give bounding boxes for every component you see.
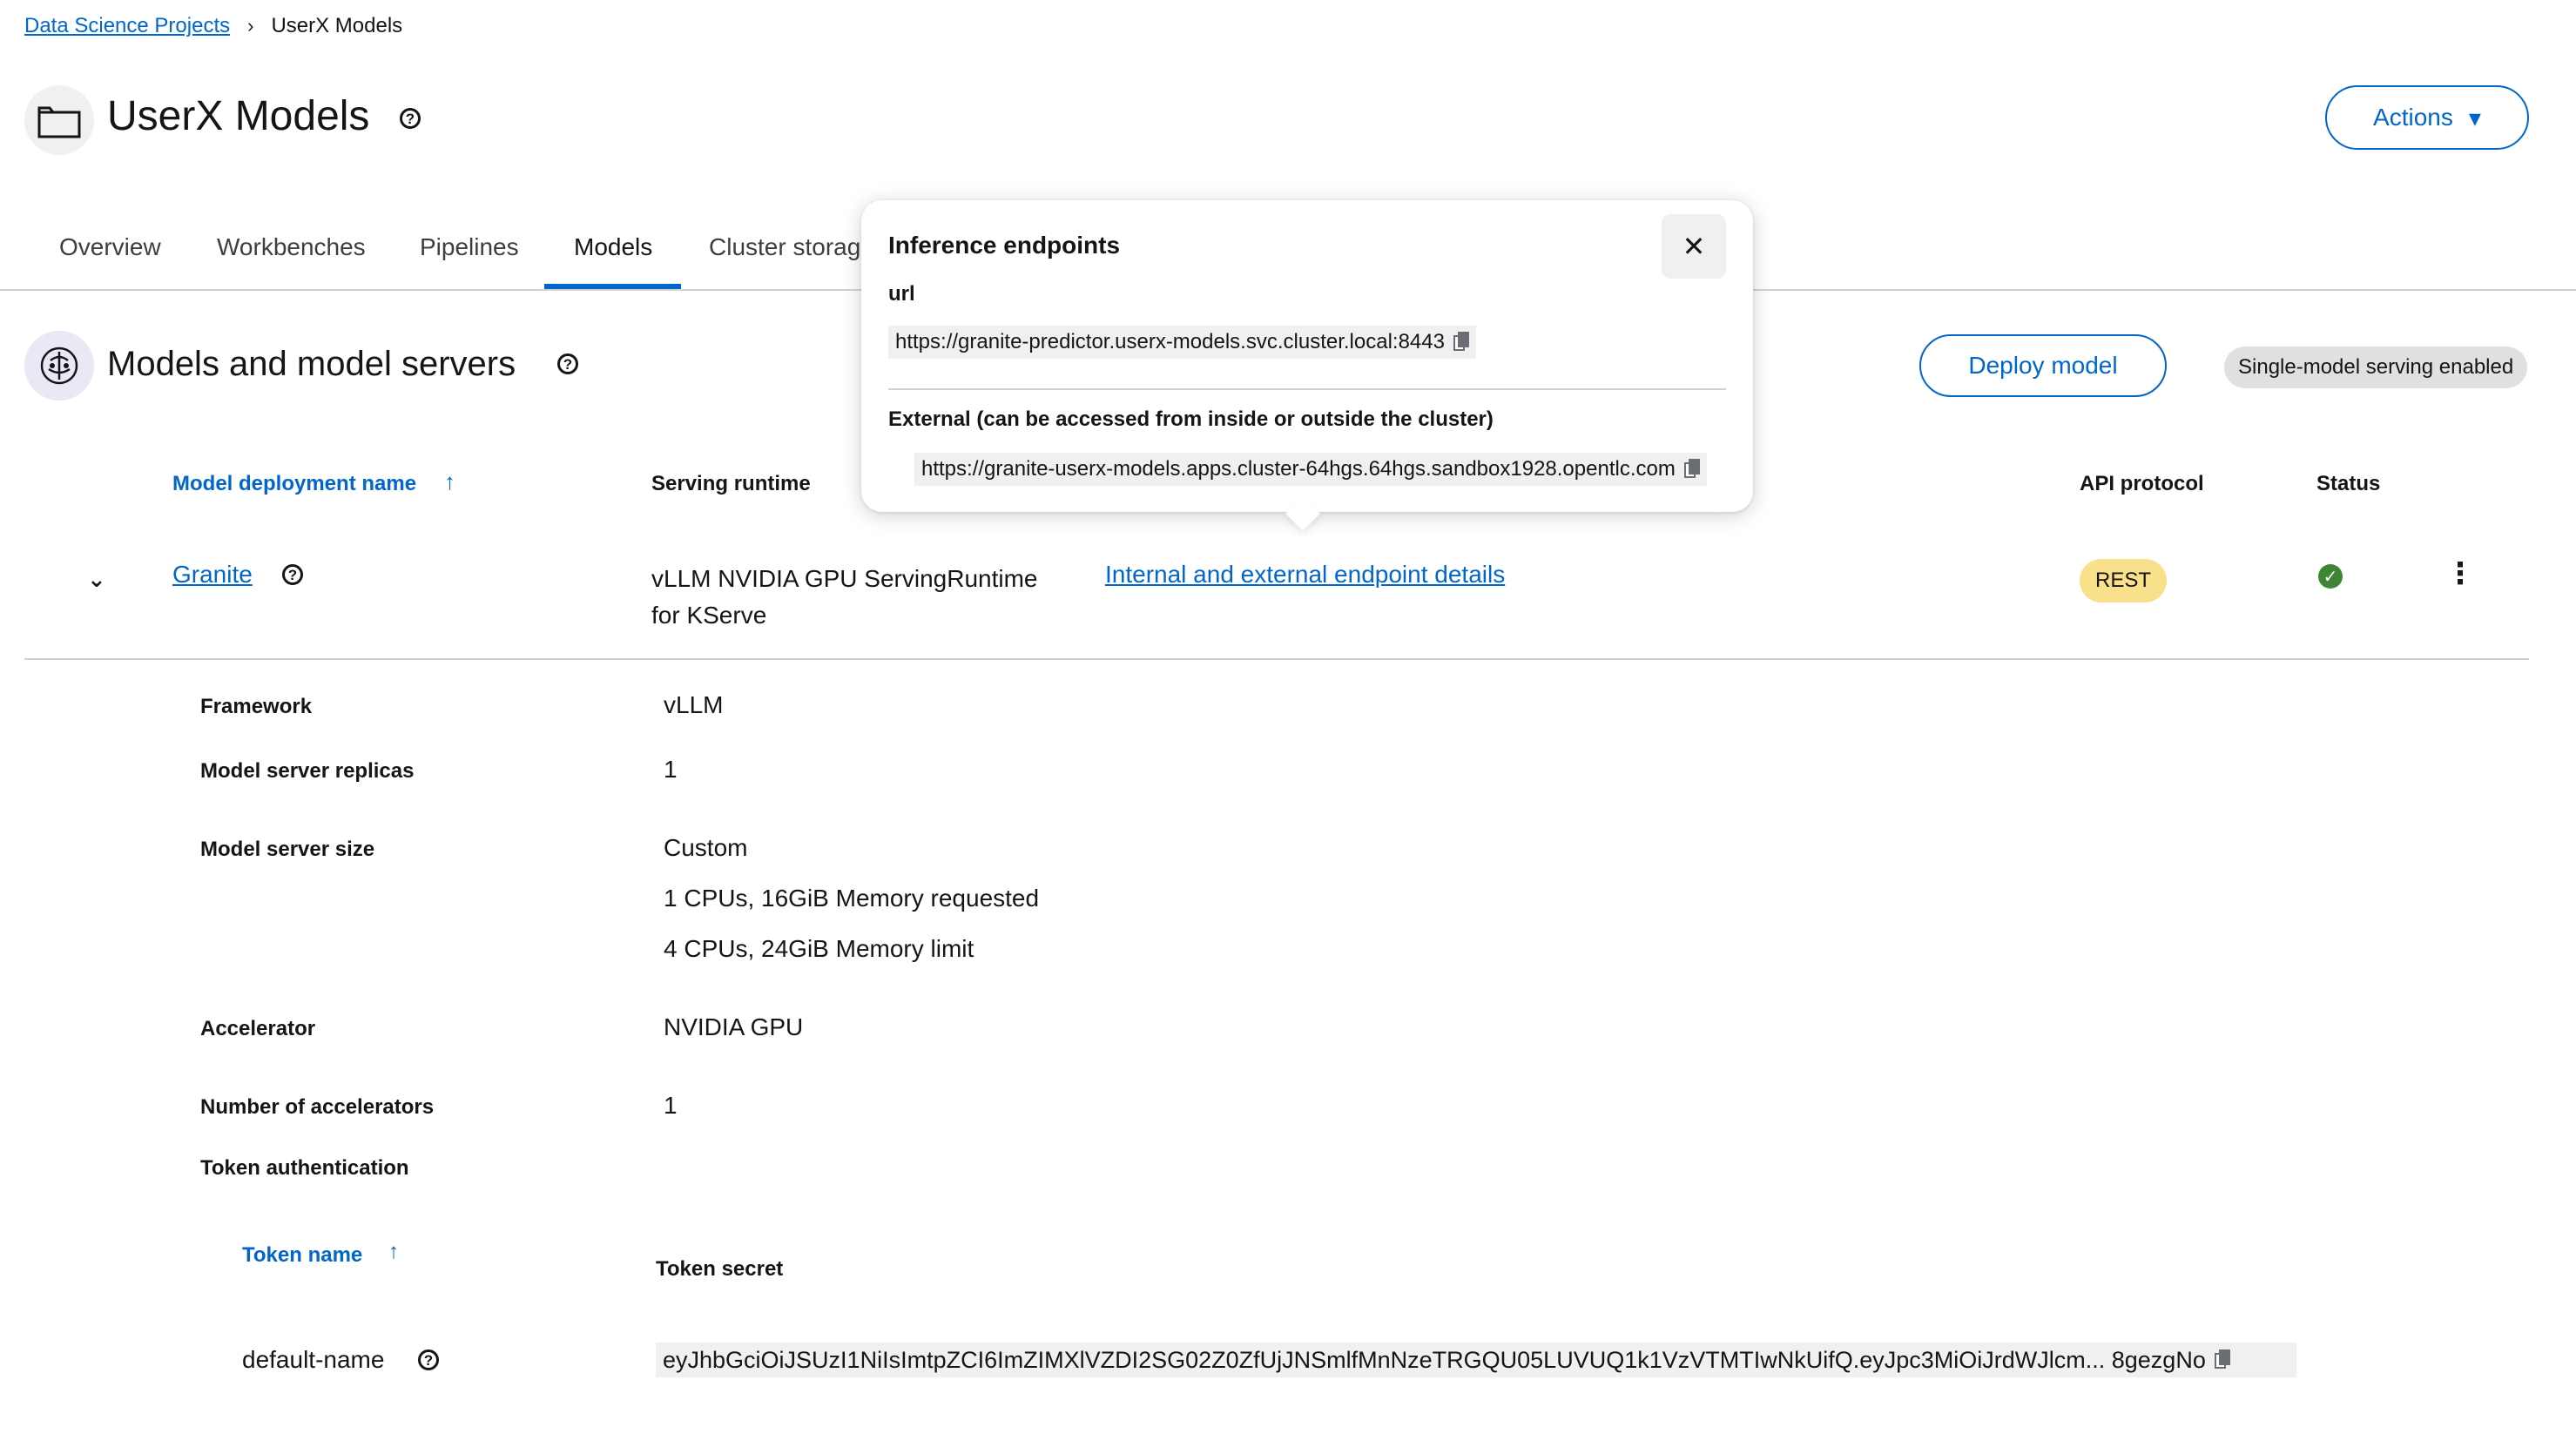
token-name: default-name xyxy=(242,1346,385,1373)
detail-value: vLLM xyxy=(664,691,724,718)
actions-label: Actions xyxy=(2373,104,2453,131)
detail-value: 4 CPUs, 24GiB Memory limit xyxy=(664,935,974,962)
detail-value: 1 CPUs, 16GiB Memory requested xyxy=(664,885,1040,912)
serving-runtime: vLLM NVIDIA GPU ServingRuntime for KServ… xyxy=(651,561,1122,634)
internal-url-value: https://granite-predictor.userx-models.s… xyxy=(895,330,1445,353)
help-icon[interactable]: ? xyxy=(282,564,303,585)
detail-label: Accelerator xyxy=(200,1017,316,1040)
tab-models[interactable]: Models xyxy=(574,233,652,261)
column-header-api: API protocol xyxy=(2080,472,2204,495)
active-tab-indicator xyxy=(544,284,681,289)
column-header-name[interactable]: Model deployment name xyxy=(172,472,416,496)
breadcrumb-link-projects[interactable]: Data Science Projects xyxy=(24,14,230,38)
actions-dropdown-button[interactable]: Actions ▾ xyxy=(2325,85,2529,150)
section-title: Models and model servers xyxy=(107,345,516,383)
external-url-label: External (can be accessed from inside or… xyxy=(888,407,1494,431)
detail-value: Custom xyxy=(664,834,748,861)
breadcrumb-current: UserX Models xyxy=(271,14,403,37)
token-secret-value: eyJhbGciOiJSUzI1NiIsImtpZCI6ImZIMXlVZDI2… xyxy=(663,1346,2206,1373)
column-header-runtime: Serving runtime xyxy=(651,472,811,495)
tab-workbenches[interactable]: Workbenches xyxy=(217,233,366,261)
model-brain-icon xyxy=(24,331,94,400)
close-icon[interactable]: ✕ xyxy=(1662,214,1726,279)
sort-arrow-icon[interactable]: ↑ xyxy=(444,468,455,495)
endpoint-details-link[interactable]: Internal and external endpoint details xyxy=(1105,561,1505,589)
url-label: url xyxy=(888,282,915,306)
page-title: UserX Models xyxy=(107,93,370,139)
help-icon[interactable]: ? xyxy=(418,1349,439,1370)
token-name-header[interactable]: Token name xyxy=(242,1243,362,1268)
popover-divider xyxy=(888,388,1726,390)
runtime-line: for KServe xyxy=(651,602,767,629)
detail-label: Number of accelerators xyxy=(200,1095,435,1119)
external-url-field: https://granite-userx-models.apps.cluste… xyxy=(914,453,1707,486)
row-divider xyxy=(24,658,2529,660)
tab-pipelines[interactable]: Pipelines xyxy=(420,233,519,261)
model-name-link[interactable]: Granite xyxy=(172,561,253,589)
chevron-down-icon[interactable]: ⌄ xyxy=(87,566,106,593)
caret-down-icon: ▾ xyxy=(2468,104,2481,131)
column-header-status: Status xyxy=(2316,472,2381,495)
external-url-value: https://granite-userx-models.apps.cluste… xyxy=(921,457,1676,481)
detail-label: Model server size xyxy=(200,838,375,861)
deploy-model-button[interactable]: Deploy model xyxy=(1919,334,2167,397)
runtime-line: vLLM NVIDIA GPU ServingRuntime xyxy=(651,565,1038,592)
kebab-menu-icon[interactable]: ⋮ xyxy=(2445,559,2475,589)
status-success-icon: ✓ xyxy=(2318,564,2343,589)
copy-icon[interactable] xyxy=(1453,332,1469,353)
tab-cluster-storage[interactable]: Cluster storag xyxy=(709,233,860,261)
help-icon[interactable]: ? xyxy=(557,353,578,374)
token-secret-field: eyJhbGciOiJSUzI1NiIsImtpZCI6ImZIMXlVZDI2… xyxy=(656,1343,2296,1377)
detail-value: 1 xyxy=(664,756,678,783)
api-protocol-badge: REST xyxy=(2080,559,2168,602)
breadcrumb: Data Science Projects › UserX Models xyxy=(24,14,402,38)
internal-url-field: https://granite-predictor.userx-models.s… xyxy=(888,326,1476,359)
help-icon[interactable]: ? xyxy=(400,108,421,129)
copy-icon[interactable] xyxy=(1683,459,1700,480)
tab-overview[interactable]: Overview xyxy=(59,233,161,261)
token-secret-header: Token secret xyxy=(656,1257,784,1281)
detail-value: NVIDIA GPU xyxy=(664,1013,804,1040)
detail-label: Model server replicas xyxy=(200,759,415,783)
detail-label: Framework xyxy=(200,695,313,718)
sort-arrow-icon[interactable]: ↑ xyxy=(388,1240,399,1264)
serving-mode-badge: Single-model serving enabled xyxy=(2224,347,2528,388)
popover-title: Inference endpoints xyxy=(888,232,1121,259)
detail-value: 1 xyxy=(664,1092,678,1119)
copy-icon[interactable] xyxy=(2214,1349,2230,1370)
folder-icon xyxy=(24,85,94,155)
detail-label: Token authentication xyxy=(200,1156,409,1180)
chevron-right-icon: › xyxy=(247,15,254,37)
